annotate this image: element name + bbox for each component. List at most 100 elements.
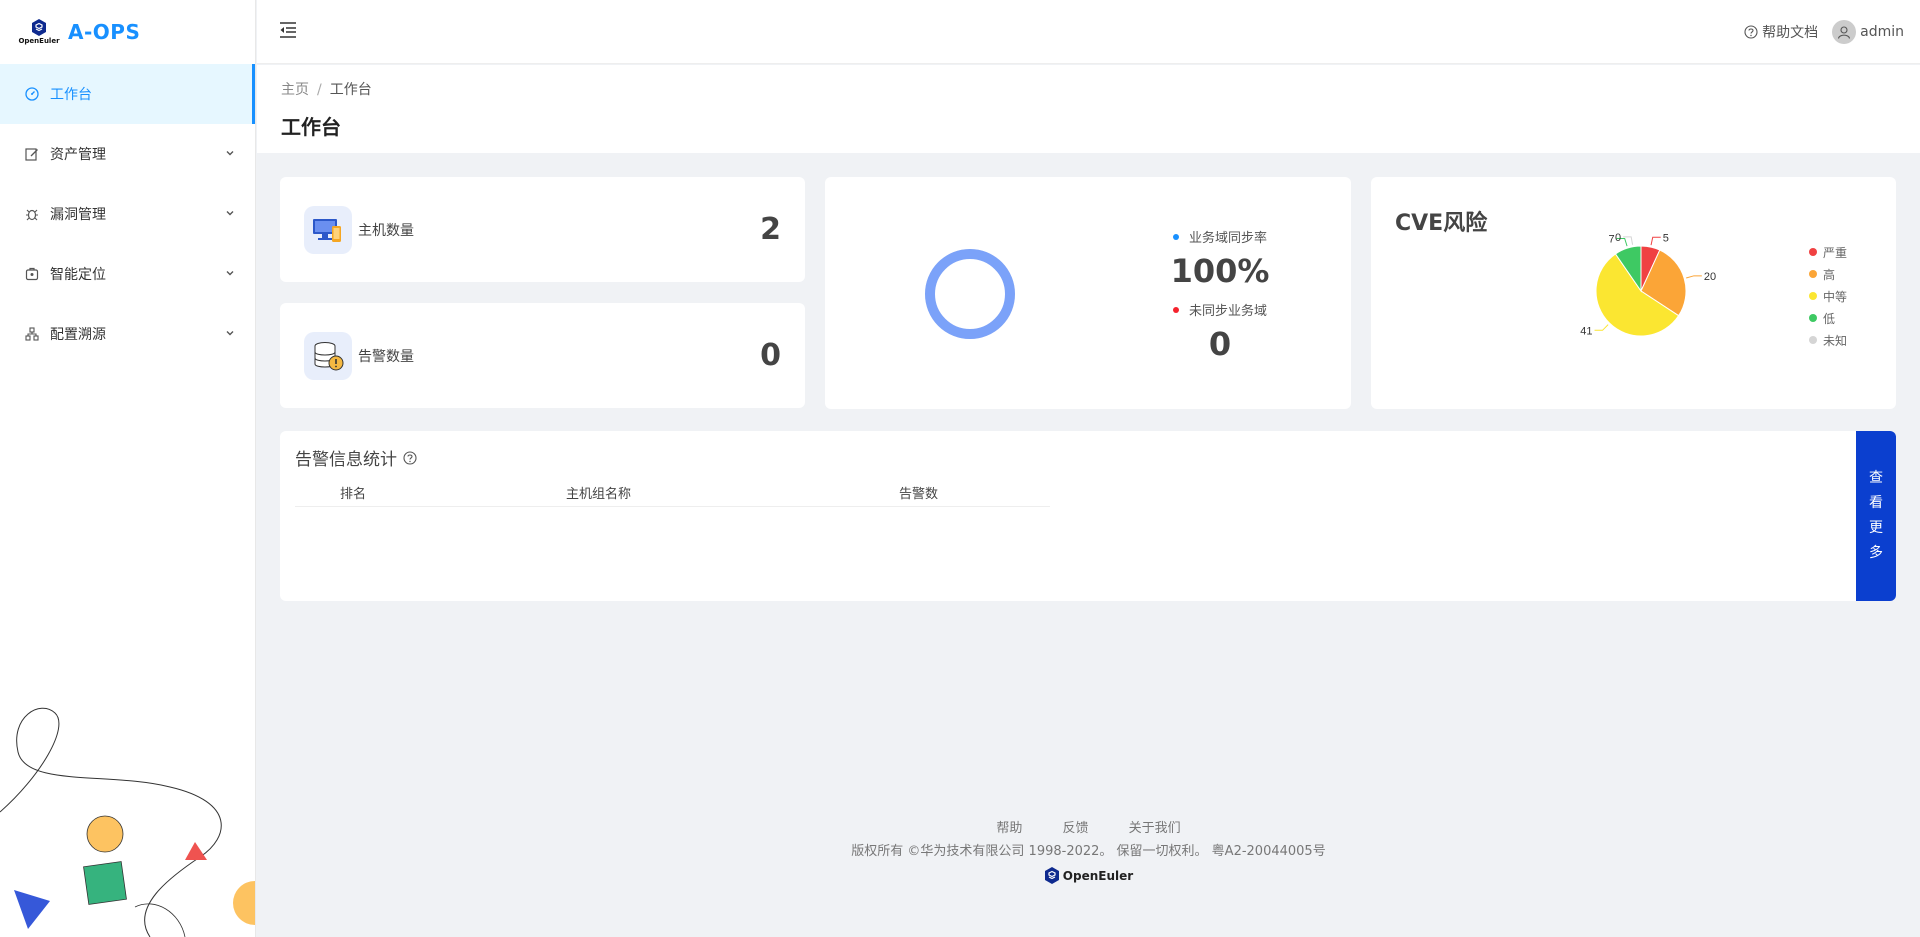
openeuler-logo-icon: OpenEuler bbox=[18, 17, 60, 47]
cve-legend-label: 中等 bbox=[1823, 289, 1848, 304]
alert-stats-card: 告警信息统计 排名 主机组名称 告警数 查 看 更 多 bbox=[280, 431, 1896, 601]
view-more-char: 更 bbox=[1869, 520, 1883, 536]
footer-link-about[interactable]: 关于我们 bbox=[1129, 821, 1181, 836]
edit-icon bbox=[24, 146, 40, 162]
pie-data-label: 41 bbox=[1580, 325, 1592, 337]
sidebar-item-label: 工作台 bbox=[50, 87, 92, 103]
sync-ring-fill bbox=[925, 249, 1015, 339]
view-more-char: 查 bbox=[1869, 470, 1883, 486]
footer: 帮助 反馈 关于我们 版权所有 ©华为技术有限公司 1998-2022。 保留一… bbox=[257, 817, 1920, 888]
pie-data-label: 20 bbox=[1704, 271, 1716, 283]
footer-logo: OpenEuler bbox=[1044, 867, 1133, 884]
unsynced-label: 未同步业务域 bbox=[1188, 304, 1267, 319]
sync-rate-dot bbox=[1172, 233, 1179, 240]
sidebar-item-label: 配置溯源 bbox=[50, 327, 106, 343]
view-more-char: 看 bbox=[1869, 495, 1883, 511]
breadcrumb-home[interactable]: 主页 bbox=[281, 82, 309, 98]
menu-fold-icon[interactable] bbox=[279, 22, 297, 42]
cve-legend-label: 未知 bbox=[1823, 333, 1848, 348]
cve-legend-item[interactable]: 中等 bbox=[1809, 285, 1847, 307]
top-header: 帮助文档 admin bbox=[257, 0, 1920, 64]
cve-legend: 严重高中等低未知 bbox=[1809, 241, 1847, 351]
host-count-value: 2 bbox=[760, 212, 781, 247]
footer-link-feedback[interactable]: 反馈 bbox=[1062, 821, 1088, 836]
sidebar-item-config-trace[interactable]: 配置溯源 bbox=[0, 304, 255, 364]
cluster-icon bbox=[24, 326, 40, 342]
pie-label-line bbox=[1686, 275, 1702, 279]
alert-stats-title-row: 告警信息统计 bbox=[295, 445, 417, 470]
database-alert-icon bbox=[304, 331, 352, 380]
footer-link-help[interactable]: 帮助 bbox=[996, 821, 1022, 836]
unsynced-value: 0 bbox=[1208, 325, 1232, 363]
breadcrumb-separator: / bbox=[317, 82, 322, 98]
unsynced-dot bbox=[1172, 306, 1179, 313]
copyright: 版权所有 ©华为技术有限公司 1998-2022。 保留一切权利。 粤A2-20… bbox=[851, 844, 1326, 859]
cve-legend-dot bbox=[1809, 270, 1817, 278]
cve-legend-item[interactable]: 高 bbox=[1809, 263, 1847, 285]
unsynced-row: 未同步业务域 bbox=[1155, 300, 1285, 319]
cve-legend-item[interactable]: 低 bbox=[1809, 307, 1847, 329]
chevron-down-icon bbox=[225, 266, 235, 282]
pie-data-label: 0 bbox=[1615, 232, 1621, 244]
page-header: 主页 / 工作台 工作台 bbox=[257, 65, 1920, 153]
header-actions: 帮助文档 admin bbox=[1744, 20, 1904, 44]
alert-stats-title: 告警信息统计 bbox=[295, 450, 397, 470]
chevron-down-icon bbox=[225, 206, 235, 222]
dashboard-icon bbox=[24, 86, 40, 102]
sidebar-item-vulnerabilities[interactable]: 漏洞管理 bbox=[0, 184, 255, 244]
sidebar-menu: 工作台 资产管理 漏洞管理 智能定位 配置溯源 bbox=[0, 64, 255, 364]
alert-count-label: 告警数量 bbox=[358, 348, 414, 365]
logo[interactable]: OpenEuler A-OPS bbox=[0, 0, 255, 64]
page-title: 工作台 bbox=[281, 115, 341, 139]
host-count-label: 主机数量 bbox=[358, 222, 414, 239]
host-icon bbox=[304, 205, 352, 254]
sync-rate-value: 100% bbox=[1170, 252, 1270, 290]
help-docs-link[interactable]: 帮助文档 bbox=[1744, 22, 1818, 42]
chevron-down-icon bbox=[225, 326, 235, 342]
sync-legend: 业务域同步率 100% 未同步业务域 0 bbox=[1155, 227, 1285, 373]
cve-legend-label: 严重 bbox=[1823, 245, 1848, 260]
locate-icon bbox=[24, 266, 40, 282]
help-docs-label: 帮助文档 bbox=[1762, 25, 1819, 41]
sidebar-item-assets[interactable]: 资产管理 bbox=[0, 124, 255, 184]
username: admin bbox=[1860, 24, 1904, 40]
avatar bbox=[1832, 20, 1857, 44]
cve-legend-dot bbox=[1809, 336, 1817, 344]
bug-icon bbox=[24, 206, 40, 222]
cve-legend-dot bbox=[1809, 314, 1817, 322]
pie-label-line bbox=[1594, 324, 1609, 331]
sync-ring-chart bbox=[925, 249, 1015, 339]
logo-text: OpenEuler bbox=[18, 37, 60, 45]
alert-table-header: 排名 主机组名称 告警数 bbox=[295, 479, 1050, 507]
question-circle-icon bbox=[1744, 25, 1758, 39]
column-header-rank[interactable]: 排名 bbox=[340, 483, 366, 502]
sidebar-item-dashboard[interactable]: 工作台 bbox=[0, 64, 255, 124]
user-icon bbox=[1838, 26, 1851, 39]
sidebar-item-label: 资产管理 bbox=[50, 147, 106, 163]
sync-rate-label: 业务域同步率 bbox=[1188, 231, 1267, 246]
sidebar-item-smart-locate[interactable]: 智能定位 bbox=[0, 244, 255, 304]
cve-legend-item[interactable]: 未知 bbox=[1809, 329, 1847, 351]
cve-legend-item[interactable]: 严重 bbox=[1809, 241, 1847, 263]
breadcrumb-current: 工作台 bbox=[329, 82, 372, 98]
cve-legend-dot bbox=[1809, 292, 1817, 300]
sidebar-decoration bbox=[0, 707, 255, 937]
cve-risk-title: CVE风险 bbox=[1395, 211, 1488, 236]
view-more-button[interactable]: 查 看 更 多 bbox=[1856, 431, 1896, 601]
alert-count-value: 0 bbox=[760, 338, 781, 373]
sidebar-item-label: 漏洞管理 bbox=[50, 207, 106, 223]
question-circle-icon[interactable] bbox=[403, 450, 417, 465]
chevron-down-icon bbox=[225, 146, 235, 162]
cve-legend-label: 低 bbox=[1823, 311, 1836, 326]
sidebar: OpenEuler A-OPS 工作台 资产管理 漏洞管理 智能定位 配置溯源 bbox=[0, 0, 256, 937]
column-header-host-group[interactable]: 主机组名称 bbox=[566, 483, 631, 502]
column-header-alert-count[interactable]: 告警数 bbox=[899, 483, 938, 502]
cve-legend-label: 高 bbox=[1823, 267, 1836, 282]
app-title: A-OPS bbox=[68, 20, 141, 44]
footer-links: 帮助 反馈 关于我们 bbox=[257, 817, 1920, 836]
cve-risk-card: CVE风险 5 20 41 7 0 严重高中等低未知 bbox=[1371, 177, 1896, 409]
pie-label-line bbox=[1650, 236, 1661, 246]
user-menu[interactable]: admin bbox=[1832, 20, 1904, 44]
view-more-char: 多 bbox=[1869, 545, 1883, 561]
host-count-card: 主机数量 2 bbox=[280, 177, 805, 282]
